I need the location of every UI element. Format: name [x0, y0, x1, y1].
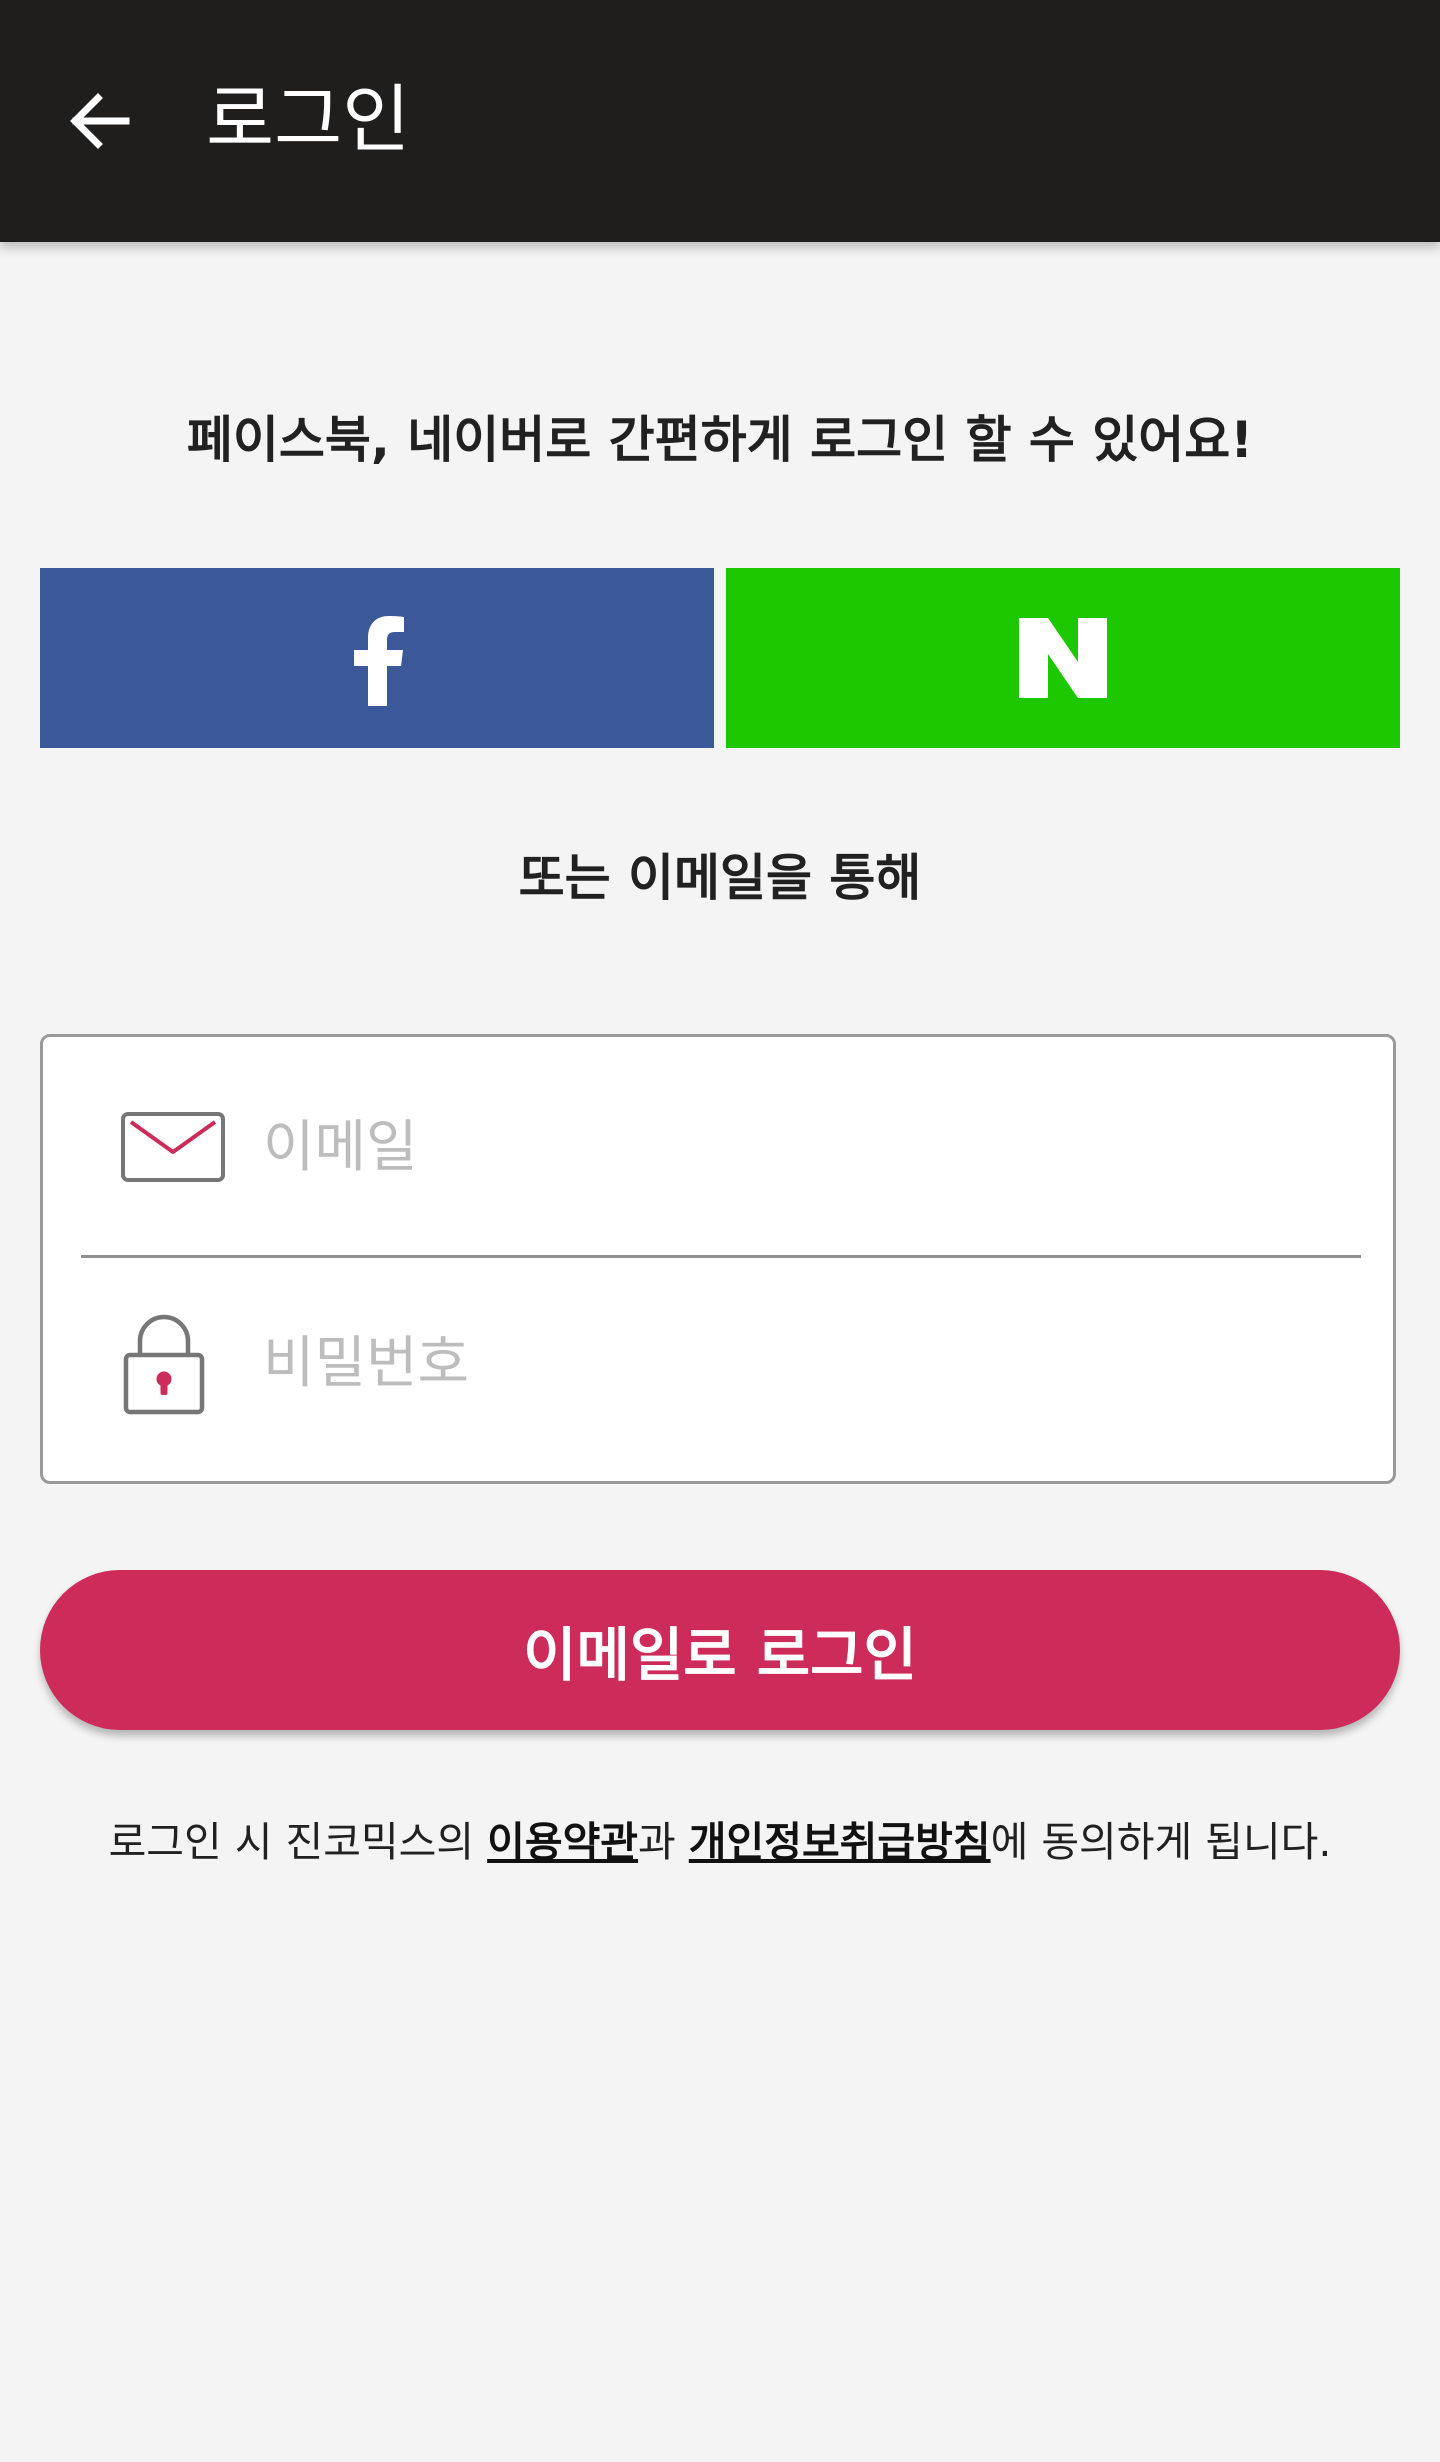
email-divider-text: 또는 이메일을 통해 — [518, 849, 922, 907]
naver-n-icon — [1019, 618, 1107, 698]
login-form — [40, 1034, 1396, 1484]
terms-suffix: 에 동의하게 됩니다. — [990, 1818, 1332, 1866]
password-row — [43, 1263, 1393, 1463]
arrow-left-icon — [70, 93, 130, 149]
social-login-headline: 페이스북, 네이버로 간편하게 로그인 할 수 있어요! — [186, 411, 1254, 469]
page-title: 로그인 — [206, 77, 411, 163]
field-divider — [81, 1255, 1361, 1258]
password-field[interactable] — [263, 1330, 1343, 1396]
naver-login-button[interactable] — [726, 568, 1400, 748]
facebook-login-button[interactable] — [40, 568, 714, 748]
facebook-f-icon — [354, 616, 404, 706]
terms-of-use-link[interactable]: 이용약관 — [487, 1818, 638, 1866]
back-button[interactable] — [44, 66, 154, 176]
email-login-button[interactable]: 이메일로 로그인 — [40, 1570, 1400, 1730]
terms-prefix: 로그인 시 진코믹스의 — [108, 1818, 488, 1866]
email-field[interactable] — [263, 1114, 1343, 1180]
terms-middle: 과 — [638, 1818, 689, 1866]
email-row — [43, 1047, 1393, 1247]
envelope-icon — [121, 1112, 225, 1182]
privacy-policy-link[interactable]: 개인정보취급방침 — [689, 1818, 991, 1866]
padlock-icon — [121, 1311, 207, 1415]
app-bar: 로그인 — [0, 0, 1440, 242]
terms-notice: 로그인 시 진코믹스의 이용약관과 개인정보취급방침에 동의하게 됩니다. — [0, 1808, 1440, 1876]
